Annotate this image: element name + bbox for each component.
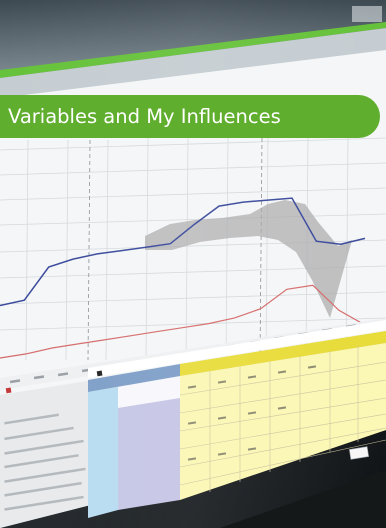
software-screen xyxy=(0,0,386,528)
monitor-photo: Variables and My Influences xyxy=(0,0,386,528)
section-title-banner: Variables and My Influences xyxy=(0,95,380,138)
